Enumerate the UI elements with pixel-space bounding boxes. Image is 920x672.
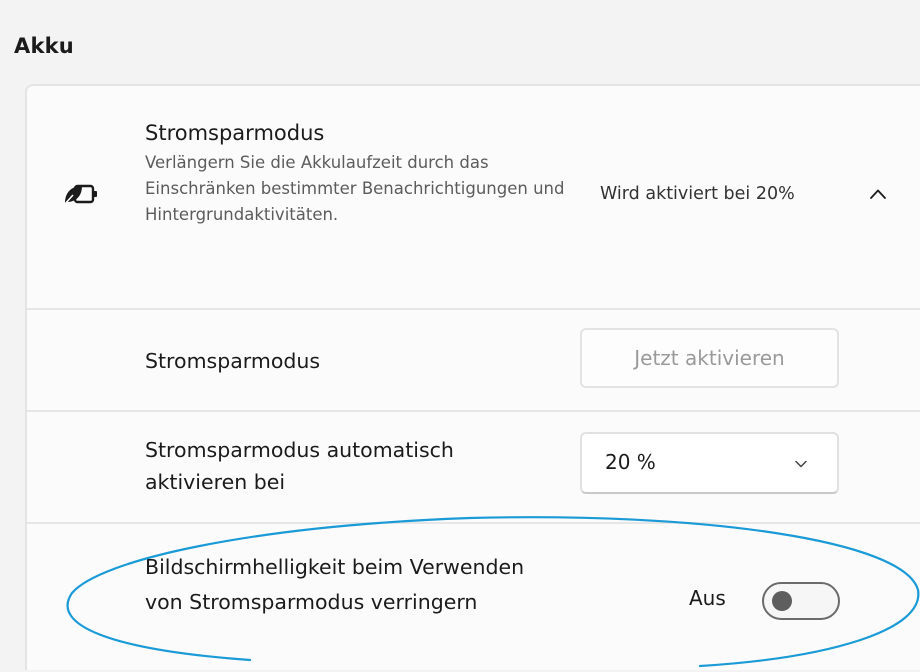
activate-now-button[interactable]: Jetzt aktivieren (580, 328, 839, 388)
battery-saver-description: Verlängern Sie die Akkulaufzeit durch da… (145, 153, 565, 224)
battery-saver-text: Stromsparmodus Verlängern Sie die Akkula… (145, 118, 565, 228)
activate-now-label: Stromsparmodus (145, 349, 321, 373)
auto-activate-label: Stromsparmodus automatisch aktivieren be… (145, 438, 454, 494)
auto-activate-dropdown[interactable]: 20 % (580, 432, 839, 494)
auto-activate-row: Stromsparmodus automatisch aktivieren be… (27, 412, 920, 524)
chevron-down-icon (795, 460, 807, 468)
battery-saver-header[interactable]: Stromsparmodus Verlängern Sie die Akkula… (27, 86, 920, 310)
battery-saver-title: Stromsparmodus (145, 121, 325, 145)
toggle-state-label: Aus (689, 586, 726, 610)
battery-saver-leaf-icon (63, 184, 97, 206)
activate-now-row: Stromsparmodus Jetzt aktivieren (27, 310, 920, 412)
dropdown-selected-value: 20 % (605, 450, 656, 474)
chevron-up-icon[interactable] (869, 185, 887, 203)
section-title: Akku (14, 34, 74, 58)
lower-brightness-toggle[interactable] (762, 582, 840, 620)
lower-brightness-label: Bildschirmhelligkeit beim Verwenden von … (145, 555, 525, 614)
toggle-knob (772, 591, 792, 611)
lower-brightness-row: Bildschirmhelligkeit beim Verwenden von … (27, 524, 920, 672)
battery-settings-panel: Stromsparmodus Verlängern Sie die Akkula… (25, 84, 920, 670)
battery-saver-status: Wird aktiviert bei 20% (600, 184, 795, 204)
